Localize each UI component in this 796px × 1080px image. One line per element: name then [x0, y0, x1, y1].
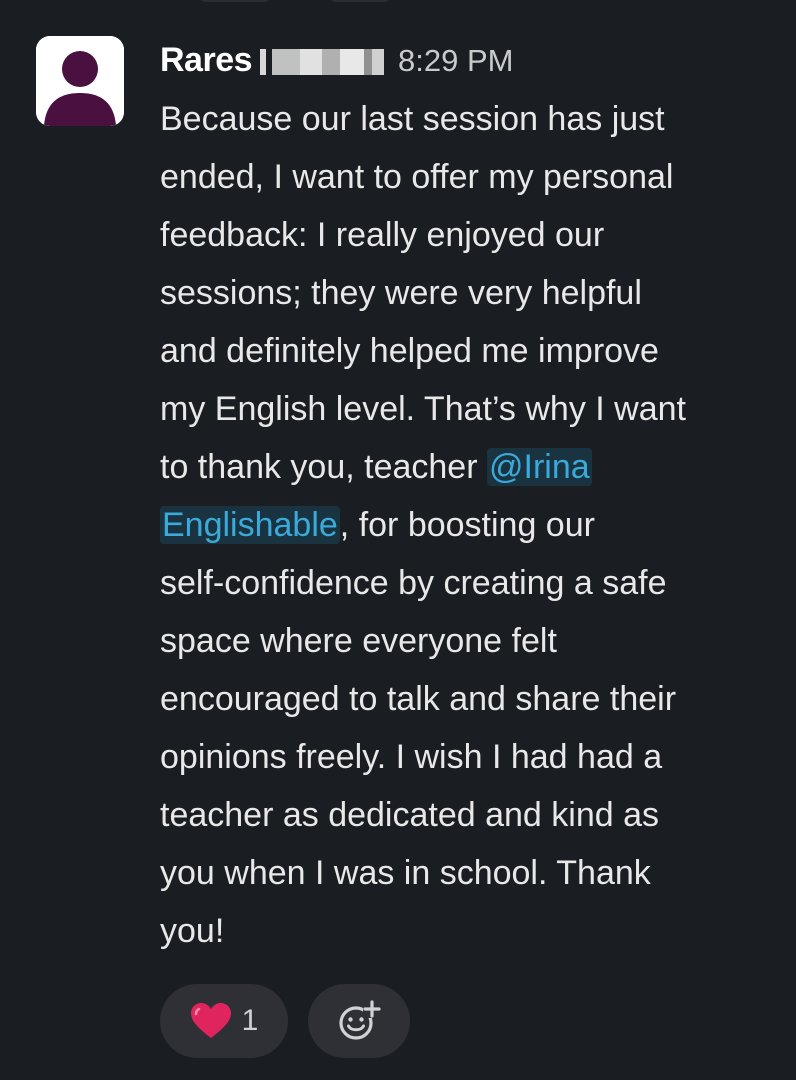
heart-icon: [190, 1003, 231, 1038]
message-line: to thank you, teacher @Irina: [160, 438, 770, 496]
message-line: encouraged to talk and share their: [160, 680, 677, 718]
add-reaction-icon: [339, 1000, 381, 1040]
heart-reaction-button[interactable]: 1: [160, 984, 288, 1058]
default-user-icon: [36, 36, 124, 126]
message-line: and definitely helped me improve: [160, 332, 659, 370]
timestamp[interactable]: 8:29 PM: [398, 31, 513, 91]
message: Rares 8:29 PM Because our last session h…: [160, 30, 770, 960]
previous-reaction-remnant: [330, 0, 390, 2]
message-line: feedback: I really enjoyed our: [160, 216, 605, 254]
user-mention[interactable]: @Irina: [486, 448, 592, 486]
message-header: Rares 8:29 PM: [160, 30, 770, 90]
message-line: space where everyone felt: [160, 622, 557, 660]
message-line: Because our last session has just: [160, 100, 665, 138]
message-line: opinions freely. I wish I had had a: [160, 738, 663, 776]
message-line: self-confidence by creating a safe: [160, 564, 667, 602]
message-line: you when I was in school. Thank: [160, 854, 651, 892]
user-mention[interactable]: Englishable: [160, 506, 340, 544]
avatar[interactable]: [36, 36, 124, 126]
message-text: to thank you, teacher: [160, 448, 487, 486]
redacted-surname: [260, 49, 385, 75]
message-text: , for boosting our: [339, 506, 595, 544]
message-line: Englishable, for boosting our: [160, 496, 770, 554]
message-line: you!: [160, 912, 225, 950]
message-line: teacher as dedicated and kind as: [160, 796, 660, 834]
message-line: my English level. That’s why I want: [160, 390, 686, 428]
previous-reaction-remnant: [200, 0, 270, 2]
reaction-count: 1: [241, 1004, 259, 1037]
add-reaction-button[interactable]: [308, 984, 410, 1058]
message-line: ended, I want to offer my personal: [160, 158, 674, 196]
reactions-bar: 1: [160, 984, 410, 1058]
author-name[interactable]: Rares: [160, 30, 253, 90]
message-line: sessions; they were very helpful: [160, 274, 642, 312]
